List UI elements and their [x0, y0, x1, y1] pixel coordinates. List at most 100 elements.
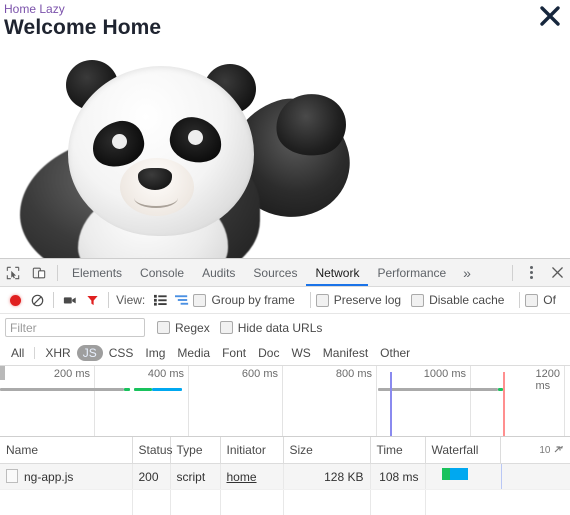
view-list-icon[interactable] — [149, 287, 171, 313]
toolbar-divider-4 — [310, 292, 311, 308]
close-devtools-icon[interactable] — [544, 260, 570, 286]
network-toolbar: View: Group by frame Pre — [0, 287, 570, 314]
waterfall-sort-value: 10 — [539, 445, 550, 456]
dom-content-loaded-line — [390, 372, 392, 436]
network-overview-timeline[interactable]: 200 ms 400 ms 600 ms 800 ms 1000 ms 1200… — [0, 366, 570, 437]
overview-bar-blue-1 — [152, 388, 182, 391]
column-header-time[interactable]: Time — [370, 437, 425, 464]
waterfall-bar-green — [442, 468, 450, 480]
capture-screenshots-icon[interactable] — [59, 287, 81, 313]
overview-tick-200: 200 ms — [54, 368, 94, 380]
hide-data-urls-label: Hide data URLs — [238, 321, 323, 335]
type-filter-doc[interactable]: Doc — [252, 345, 285, 361]
toolbar-divider-right — [512, 265, 513, 281]
disable-cache-checkbox[interactable]: Disable cache — [411, 293, 504, 307]
empty-cell-initiator — [220, 490, 283, 515]
preserve-log-checkbox[interactable]: Preserve log — [316, 293, 401, 307]
type-filter-other[interactable]: Other — [374, 345, 416, 361]
initiator-link[interactable]: home — [227, 470, 257, 484]
column-header-type[interactable]: Type — [170, 437, 220, 464]
overview-bar-green-1 — [124, 388, 130, 391]
tab-elements[interactable]: Elements — [63, 260, 131, 286]
close-icon[interactable] — [534, 0, 566, 32]
table-header-row: Name Status Type Initiator Size Time Wat… — [0, 437, 570, 464]
panda-image — [0, 40, 570, 258]
clear-button[interactable] — [26, 287, 48, 313]
regex-label: Regex — [175, 321, 210, 335]
cell-status: 200 — [132, 464, 170, 490]
toolbar-divider-5 — [519, 292, 520, 308]
checkbox-box-regex — [157, 321, 170, 334]
cell-type: script — [170, 464, 220, 490]
tab-performance[interactable]: Performance — [368, 260, 455, 286]
toolbar-divider-3 — [108, 292, 109, 308]
type-filter-css[interactable]: CSS — [103, 345, 140, 361]
overview-tick-1200: 1200 ms — [536, 368, 564, 392]
column-header-name[interactable]: Name — [0, 437, 132, 464]
cell-initiator[interactable]: home — [220, 464, 283, 490]
overview-tick-1000: 1000 ms — [424, 368, 470, 380]
type-filter-manifest[interactable]: Manifest — [317, 345, 374, 361]
type-filter-media[interactable]: Media — [171, 345, 216, 361]
view-waterfall-icon[interactable] — [171, 287, 193, 313]
devtools-panel: Elements Console Audits Sources Network … — [0, 258, 570, 503]
load-event-line — [503, 372, 505, 436]
request-name: ng-app.js — [24, 470, 73, 484]
script-file-icon — [6, 469, 18, 483]
empty-cell-type — [170, 490, 220, 515]
empty-cell-waterfall — [425, 490, 570, 515]
empty-cell-name — [0, 490, 132, 515]
checkbox-box-hide-data-urls — [220, 321, 233, 334]
column-header-initiator[interactable]: Initiator — [220, 437, 283, 464]
hide-data-urls-checkbox[interactable]: Hide data URLs — [220, 321, 323, 335]
cell-waterfall[interactable] — [425, 464, 570, 490]
overview-left-handle[interactable] — [0, 366, 5, 380]
type-filter-all[interactable]: All — [5, 345, 30, 361]
type-filter-font[interactable]: Font — [216, 345, 252, 361]
group-by-frame-checkbox[interactable]: Group by frame — [193, 293, 294, 307]
sort-arrow-icon — [554, 445, 564, 455]
page-title: Welcome Home — [4, 16, 161, 40]
empty-cell-status — [132, 490, 170, 515]
filter-funnel-icon[interactable] — [81, 287, 103, 313]
type-filter-xhr[interactable]: XHR — [39, 345, 76, 361]
filter-input[interactable] — [5, 318, 145, 337]
column-header-size[interactable]: Size — [283, 437, 370, 464]
toolbar-divider — [57, 265, 58, 281]
tab-console[interactable]: Console — [131, 260, 193, 286]
overview-bar-green-2 — [134, 388, 152, 391]
regex-checkbox[interactable]: Regex — [157, 321, 210, 335]
offline-label: Of — [543, 293, 556, 307]
table-empty-row — [0, 490, 570, 515]
resource-type-filter-bar: All XHR JS CSS Img Media Font Doc WS Man… — [0, 341, 570, 366]
empty-cell-time — [370, 490, 425, 515]
type-filter-js[interactable]: JS — [77, 345, 103, 361]
settings-menu-icon[interactable] — [518, 260, 544, 286]
breadcrumb-home-lazy-link[interactable]: Home Lazy — [4, 2, 65, 16]
preserve-log-label: Preserve log — [334, 293, 401, 307]
checkbox-box-preserve-log — [316, 294, 329, 307]
overview-tick-400: 400 ms — [148, 368, 188, 380]
type-filter-divider — [34, 347, 35, 359]
type-filter-ws[interactable]: WS — [285, 345, 316, 361]
waterfall-bar-blue — [450, 468, 468, 480]
column-header-waterfall[interactable]: Waterfall — [425, 437, 500, 464]
group-by-frame-label: Group by frame — [211, 293, 294, 307]
tab-audits[interactable]: Audits — [193, 260, 244, 286]
tab-network[interactable]: Network — [306, 260, 368, 286]
table-row[interactable]: ng-app.js 200 script home 128 KB 108 ms — [0, 464, 570, 490]
tab-sources[interactable]: Sources — [244, 260, 306, 286]
column-header-status[interactable]: Status — [132, 437, 170, 464]
inspect-element-icon[interactable] — [0, 260, 26, 286]
device-toolbar-icon[interactable] — [26, 260, 52, 286]
offline-checkbox[interactable]: Of — [525, 293, 556, 307]
record-button[interactable] — [4, 287, 26, 313]
more-tabs-icon[interactable]: » — [455, 265, 479, 281]
overview-bar-waiting-1 — [0, 388, 124, 391]
checkbox-box-disable-cache — [411, 294, 424, 307]
cell-name[interactable]: ng-app.js — [0, 464, 132, 490]
empty-cell-size — [283, 490, 370, 515]
column-header-sort[interactable]: 10 — [500, 437, 570, 464]
overview-tick-600: 600 ms — [242, 368, 282, 380]
type-filter-img[interactable]: Img — [139, 345, 171, 361]
